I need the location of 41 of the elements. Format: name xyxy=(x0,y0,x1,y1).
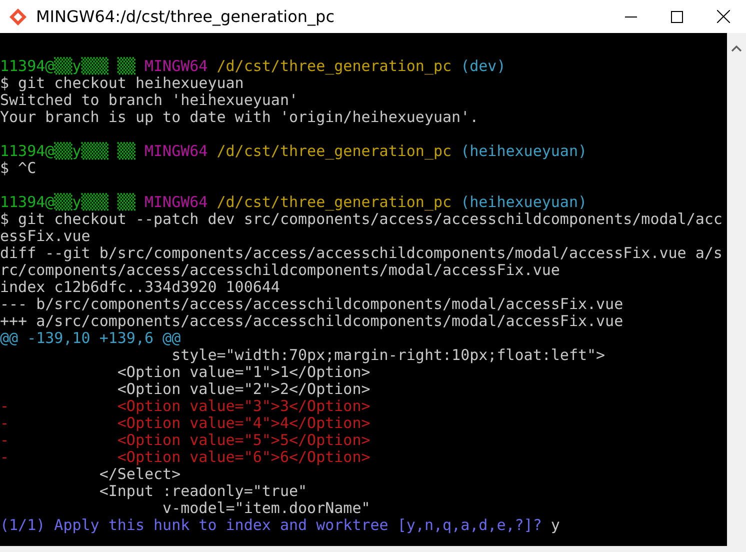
terminal-text: (heihexueyuan) xyxy=(460,193,588,211)
terminal-text: MINGW64 xyxy=(143,193,208,211)
terminal-text: 11394@▒▒y▒▒▒ ▒▒ xyxy=(0,57,136,75)
terminal-text: $ ^C xyxy=(0,159,36,177)
terminal-text: $ git checkout --patch dev src/components/access/accesschildcomponents/modal/acc xyxy=(0,210,722,228)
terminal-text: rc/components/access/accesschildcomponents/modal/accessFix.vue xyxy=(0,261,560,279)
terminal-text: /d/cst/three_generation_pc xyxy=(216,142,452,160)
terminal-text: (heihexueyuan) xyxy=(460,142,588,160)
terminal-text: --- b/src/components/access/accesschildcomponents/modal/accessFix.vue xyxy=(0,295,624,313)
terminal-text: /d/cst/three_generation_pc xyxy=(216,193,452,211)
terminal-text: y xyxy=(550,516,560,534)
window-title: MINGW64:/d/cst/three_generation_pc xyxy=(36,7,334,26)
terminal-text: </Select> xyxy=(98,465,181,483)
terminal-text: <Option value="1">1</Option> xyxy=(116,363,370,381)
terminal-text: essFix.vue xyxy=(0,227,90,245)
terminal-text: diff --git b/src/components/access/accesschildcomponents/modal/accessFix.vue a/s xyxy=(0,244,722,262)
scroll-up-icon[interactable] xyxy=(731,45,742,52)
terminal-text: - <Option value="4">4</Option> xyxy=(0,414,370,432)
terminal-text: - <Option value="3">3</Option> xyxy=(0,397,370,415)
terminal-text: /d/cst/three_generation_pc xyxy=(216,57,452,75)
terminal-text: Switched to branch 'heihexueyuan' xyxy=(0,91,298,109)
terminal-text: 11394@▒▒y▒▒▒ ▒▒ xyxy=(0,193,136,211)
terminal-text: +++ a/src/components/access/accesschildcomponents/modal/accessFix.vue xyxy=(0,312,624,330)
prompt-text: (1/1) Apply this hunk to index and worktree [y,n,q,a,d,e,?]? xyxy=(0,516,542,534)
terminal-text: v-model="item.doorName" xyxy=(162,499,370,517)
terminal-text: $ git checkout heihexueyuan xyxy=(0,74,244,92)
terminal-text: <Option value="2">2</Option> xyxy=(116,380,370,398)
terminal-text: (dev) xyxy=(460,57,506,75)
terminal-text: 11394@▒▒y▒▒▒ ▒▒ xyxy=(0,142,136,160)
terminal-text: <Input :readonly="true" xyxy=(98,482,308,500)
terminal-text: style="width:70px;margin-right:10px;float:left"> xyxy=(170,346,606,364)
close-icon xyxy=(716,10,730,23)
terminal-text: @@ -139,10 +139,6 @@ xyxy=(0,329,181,347)
scrollbar[interactable] xyxy=(727,33,746,546)
maximize-icon xyxy=(671,10,683,22)
terminal-text: MINGW64 xyxy=(143,142,208,160)
terminal-text: - <Option value="6">6</Option> xyxy=(0,448,370,466)
terminal-text: MINGW64 xyxy=(143,57,208,75)
terminal-text: Your branch is up to date with 'origin/heihexueyuan'. xyxy=(0,108,479,126)
terminal-text: - <Option value="5">5</Option> xyxy=(0,431,370,449)
terminal-text: index c12b6dfc..334d3920 100644 xyxy=(0,278,280,296)
